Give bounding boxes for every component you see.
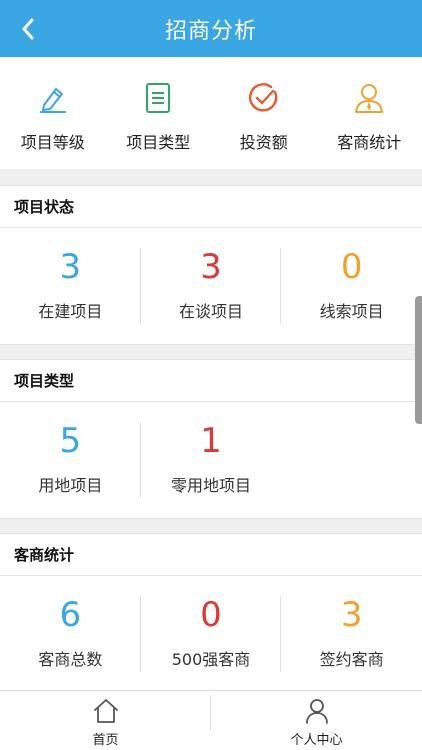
section-title: 项目状态 <box>0 186 422 228</box>
stat-value: 3 <box>59 247 82 287</box>
pen-icon <box>39 88 66 113</box>
tab-home[interactable]: 首页 <box>0 691 211 750</box>
chevron-left-icon <box>22 18 34 40</box>
stat-value: 0 <box>340 247 363 287</box>
check-circle-icon <box>248 83 278 112</box>
back-button[interactable] <box>14 14 42 44</box>
tab-label: 个人中心 <box>290 733 343 748</box>
stat-value: 1 <box>200 421 222 461</box>
quick-item-label: 项目类型 <box>126 133 191 152</box>
quick-item-label: 投资额 <box>239 133 288 152</box>
stat-fortune500-merchants[interactable]: 0 500强客商 <box>141 596 282 672</box>
home-icon <box>93 699 118 723</box>
stat-label: 在建项目 <box>38 302 103 321</box>
stat-label: 签约客商 <box>319 650 384 669</box>
stat-signed-merchants[interactable]: 3 签约客商 <box>281 596 422 672</box>
stat-total-merchants[interactable]: 6 客商总数 <box>0 596 141 672</box>
stat-zero-land-projects[interactable]: 1 零用地项目 <box>141 422 282 498</box>
section-project-type: 项目类型 5 用地项目 1 零用地项目 <box>0 359 422 519</box>
stat-label: 用地项目 <box>38 476 103 495</box>
section-merchant-stats: 客商统计 6 客商总数 0 500强客商 3 签约客商 <box>0 533 422 692</box>
stat-label: 在谈项目 <box>178 302 243 321</box>
quick-item-project-level[interactable]: 项目等级 <box>0 57 106 169</box>
section-title: 项目类型 <box>0 360 422 402</box>
tab-personal-center[interactable]: 个人中心 <box>211 691 422 750</box>
stat-value: 3 <box>200 247 222 287</box>
section-project-status: 项目状态 3 在建项目 3 在谈项目 0 线索项目 <box>0 185 422 345</box>
stat-label: 零用地项目 <box>170 476 251 495</box>
stat-label: 线索项目 <box>319 302 384 321</box>
stat-leads[interactable]: 0 线索项目 <box>281 248 422 324</box>
tab-label: 首页 <box>92 733 119 748</box>
quick-item-label: 项目等级 <box>20 133 85 152</box>
bottom-tab-bar: 首页 个人中心 <box>0 690 422 750</box>
stat-under-construction[interactable]: 3 在建项目 <box>0 248 141 324</box>
stat-value: 5 <box>59 421 82 461</box>
stat-value: 3 <box>340 595 363 635</box>
stat-land-projects[interactable]: 5 用地项目 <box>0 422 141 498</box>
quick-item-project-type[interactable]: 项目类型 <box>106 57 212 169</box>
quick-item-investment[interactable]: 投资额 <box>211 57 317 169</box>
quick-menu: 项目等级 项目类型 投资额 客商统计 <box>0 57 422 169</box>
section-title: 客商统计 <box>0 534 422 576</box>
stat-value: 0 <box>200 595 222 635</box>
stat-value: 6 <box>59 595 82 635</box>
page-title: 招商分析 <box>164 18 257 44</box>
quick-item-label: 客商统计 <box>337 133 402 152</box>
stat-label: 客商总数 <box>38 650 103 669</box>
scroll-indicator[interactable] <box>415 296 422 424</box>
user-icon <box>305 699 328 724</box>
stat-negotiating[interactable]: 3 在谈项目 <box>141 248 282 324</box>
document-list-icon <box>146 83 171 113</box>
header-bar: 招商分析 <box>0 0 422 57</box>
person-icon <box>355 84 384 113</box>
quick-item-merchant-stats[interactable]: 客商统计 <box>317 57 422 169</box>
stat-label: 500强客商 <box>171 650 251 669</box>
